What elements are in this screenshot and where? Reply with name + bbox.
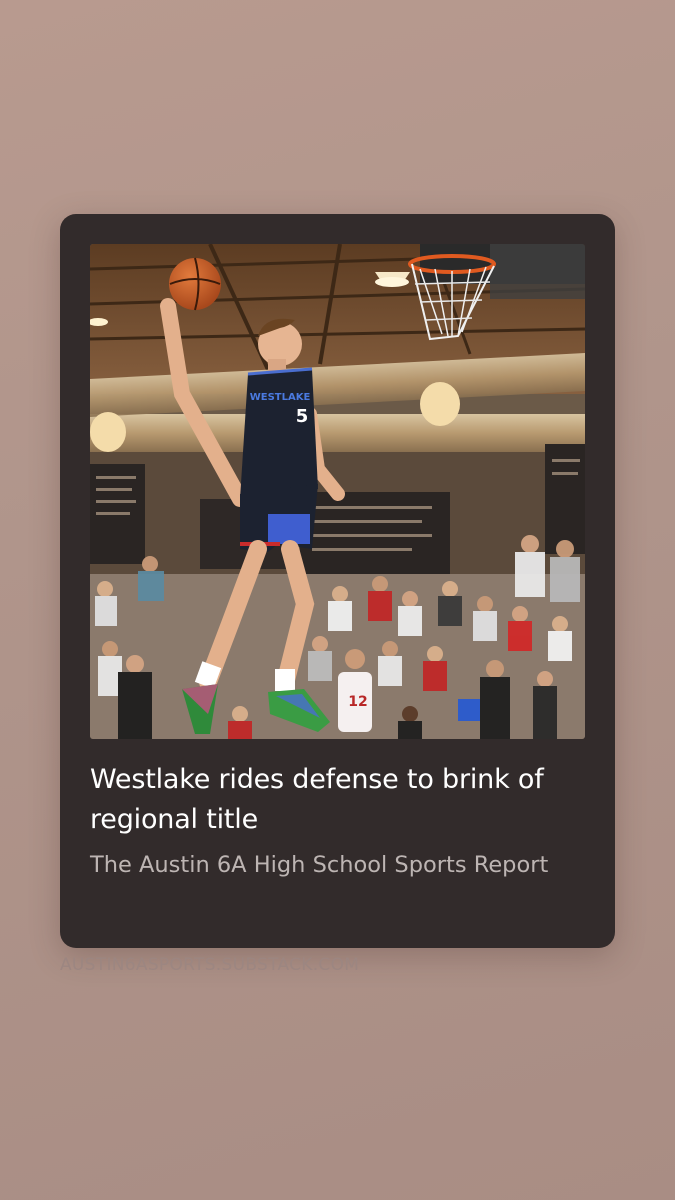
jersey-number: 5	[296, 406, 309, 427]
source-domain[interactable]: AUSTIN6ASPORTS.SUBSTACK.COM	[60, 955, 359, 975]
jersey-name: WESTLAKE	[250, 392, 311, 403]
publication-name: The Austin 6A High School Sports Report	[90, 852, 549, 878]
article-title[interactable]: Westlake rides defense to brink of regio…	[90, 760, 590, 840]
opponent-number: 12	[348, 694, 367, 710]
article-image[interactable]: 12 WESTLAKE 5	[90, 244, 585, 739]
link-preview-card[interactable]: 12 WESTLAKE 5 Westlake rides defense to …	[60, 214, 615, 948]
